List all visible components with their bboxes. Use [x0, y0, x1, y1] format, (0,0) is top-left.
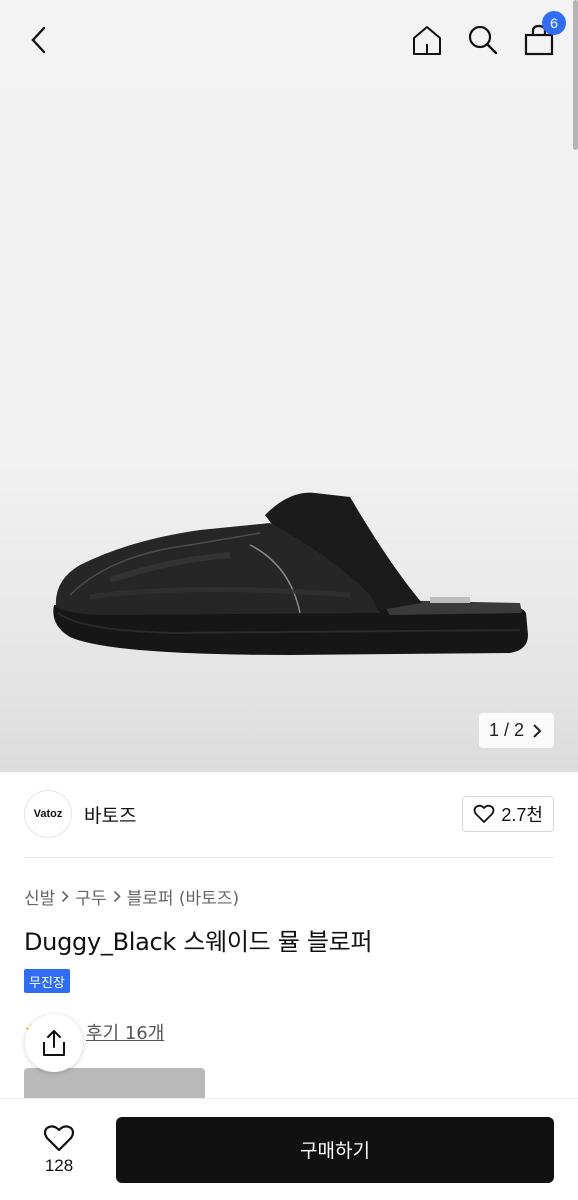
chevron-right-icon: [62, 890, 69, 903]
top-bar: 6: [0, 0, 578, 80]
breadcrumb-item[interactable]: 블로퍼 (바토즈): [127, 884, 240, 909]
home-icon: [413, 26, 441, 55]
brand-link[interactable]: Vatoz 바토즈: [24, 790, 136, 838]
share-icon: [43, 1030, 65, 1056]
brand-like-button[interactable]: 2.7천: [462, 796, 554, 832]
search-button[interactable]: [466, 23, 500, 57]
product-badge: 무진장: [24, 969, 70, 993]
chevron-right-icon: [533, 723, 542, 738]
product-title: Duggy_Black 스웨이드 뮬 블로퍼: [24, 928, 373, 956]
cart-count-badge: 6: [542, 11, 566, 35]
product-image-gallery[interactable]: 1 / 2: [0, 0, 578, 772]
back-button[interactable]: [22, 23, 56, 57]
buy-button[interactable]: 구매하기: [116, 1116, 554, 1183]
divider: [24, 857, 554, 858]
search-icon: [468, 25, 498, 55]
back-icon: [31, 26, 46, 54]
chevron-right-icon: [113, 890, 121, 903]
breadcrumb-item[interactable]: 구두: [75, 884, 106, 909]
brand-logo: Vatoz: [24, 790, 72, 838]
breadcrumb-item[interactable]: 신발: [24, 884, 55, 909]
heart-icon: [474, 804, 495, 823]
brand-name: 바토즈: [84, 804, 137, 827]
cart-button[interactable]: 6: [522, 11, 566, 57]
gallery-pager[interactable]: 1 / 2: [478, 713, 554, 748]
wishlist-count: 128: [44, 1155, 74, 1175]
share-button[interactable]: [25, 1014, 83, 1072]
pager-text: 1 / 2: [488, 720, 524, 740]
product-image: [53, 492, 528, 655]
breadcrumb: 신발 구두 블로퍼 (바토즈): [24, 884, 239, 909]
reviews-link[interactable]: 후기 16개: [86, 1019, 164, 1045]
heart-icon: [43, 1124, 75, 1151]
brand-row: Vatoz 바토즈 2.7천: [24, 790, 554, 838]
bottom-action-bar: 128 구매하기: [0, 1098, 578, 1200]
wishlist-button[interactable]: 128: [24, 1124, 94, 1176]
home-button[interactable]: [410, 23, 444, 57]
brand-like-count: 2.7천: [501, 805, 543, 825]
